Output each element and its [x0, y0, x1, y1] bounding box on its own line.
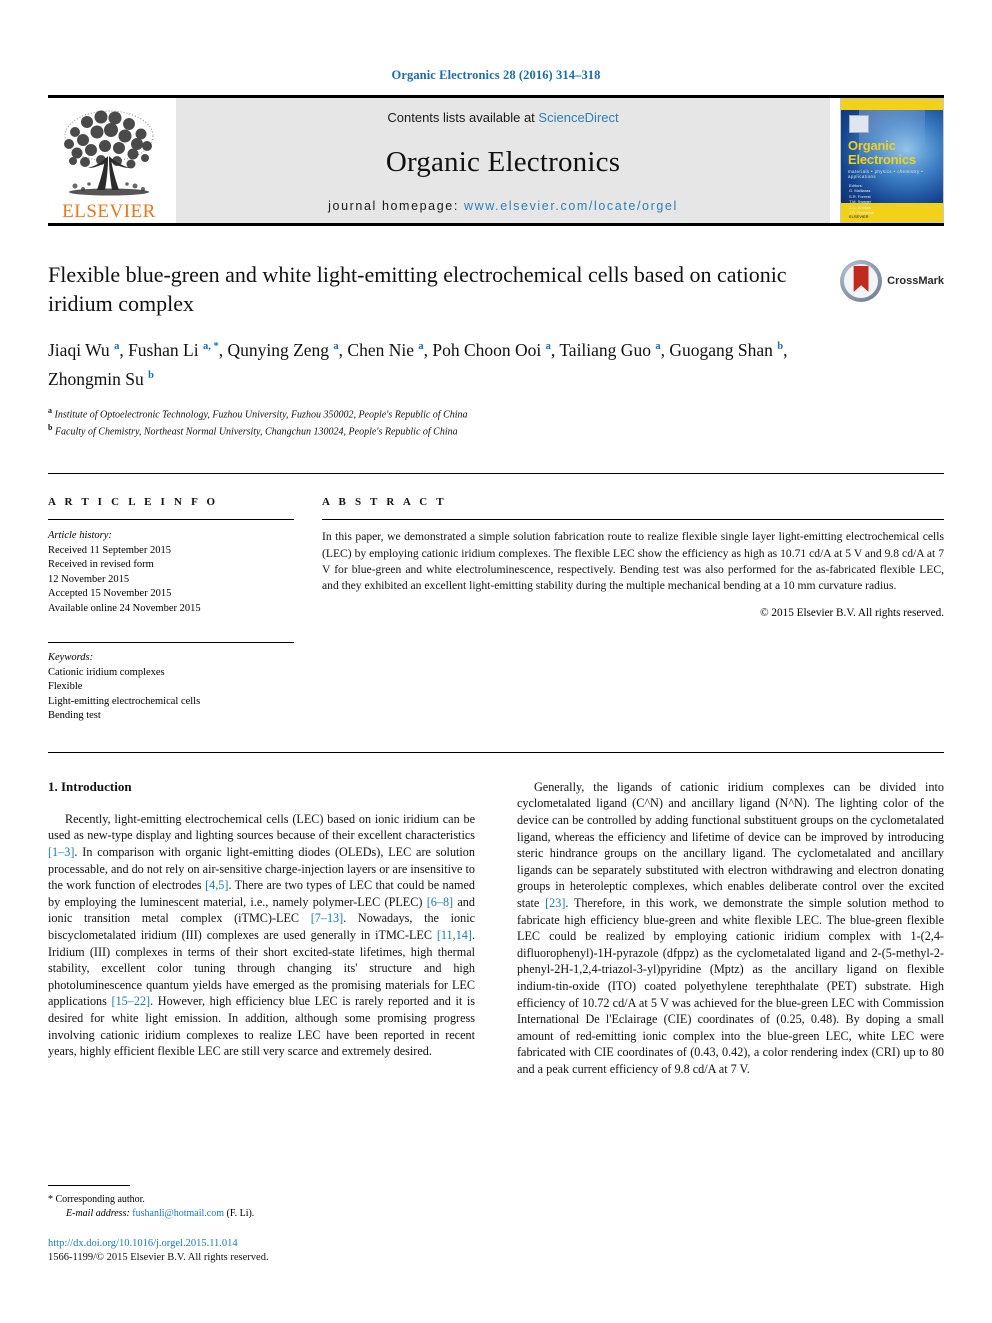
cover-editors: Editors: G. Malliaras S.R. Forrest T.M. …	[849, 183, 874, 216]
article-info-column: A R T I C L E I N F O Article history: R…	[48, 496, 294, 724]
history-item: 12 November 2015	[48, 573, 130, 585]
page-title: Flexible blue-green and white light-emit…	[48, 262, 787, 316]
body-section: 1. Introduction Recently, light-emitting…	[48, 751, 944, 1078]
title-block: Flexible blue-green and white light-emit…	[48, 260, 944, 439]
journal-banner: Contents lists available at ScienceDirec…	[176, 98, 830, 223]
history-item: Received 11 September 2015	[48, 544, 171, 556]
crossmark-badge[interactable]: CrossMark	[840, 260, 944, 302]
journal-cover-thumbnail: Organic Electronics materials • physics …	[840, 98, 944, 223]
article-history-list: Received 11 September 2015 Received in r…	[48, 544, 294, 617]
issn-copyright: 1566-1199/© 2015 Elsevier B.V. All right…	[48, 1252, 269, 1263]
doi-link[interactable]: http://dx.doi.org/10.1016/j.orgel.2015.1…	[48, 1237, 468, 1251]
affiliation-b-text: Faculty of Chemistry, Northeast Normal U…	[54, 426, 458, 438]
running-head: Organic Electronics 28 (2016) 314–318	[391, 68, 601, 82]
author-list: Jiaqi Wu a, Fushan Li a, *, Qunying Zeng…	[48, 339, 788, 389]
keyword-item: Bending test	[48, 710, 101, 722]
section-heading-introduction: 1. Introduction	[48, 778, 132, 794]
crossmark-label: CrossMark	[887, 275, 944, 287]
corresponding-author-note: * Corresponding author.	[48, 1194, 145, 1205]
crossmark-icon	[840, 260, 883, 302]
cover-title-line2: Electronics	[848, 151, 916, 167]
affiliations: a Institute of Optoelectronic Technology…	[48, 404, 824, 440]
cover-publisher-mark-icon	[849, 115, 869, 133]
info-abstract-section: A R T I C L E I N F O Article history: R…	[48, 473, 944, 724]
homepage-url-link[interactable]: www.elsevier.com/locate/orgel	[464, 199, 678, 213]
intro-paragraph-right: Generally, the ligands of cationic iridi…	[517, 779, 944, 1076]
cover-title-line1: Organic	[848, 138, 896, 153]
keyword-item: Flexible	[48, 681, 83, 693]
email-link[interactable]: fushanli@hotmail.com	[132, 1208, 224, 1219]
journal-masthead: ELSEVIER Contents lists available at Sci…	[48, 95, 944, 223]
intro-paragraph-left: Recently, light-emitting electrochemical…	[48, 811, 476, 1059]
contents-prefix: Contents lists available at	[387, 110, 535, 125]
email-suffix: (F. Li).	[226, 1208, 255, 1219]
homepage-prefix: journal homepage:	[328, 199, 459, 213]
keywords-block: Keywords: Cationic iridium complexes Fle…	[48, 642, 294, 724]
cover-title: Organic Electronics	[848, 139, 937, 166]
keywords-rule	[48, 642, 294, 644]
abstract-text: In this paper, we demonstrated a simple …	[322, 530, 944, 592]
abstract-rule	[322, 519, 944, 521]
affiliation-b: b Faculty of Chemistry, Northeast Normal…	[48, 423, 458, 438]
history-item: Available online 24 November 2015	[48, 602, 201, 614]
article-history-label: Article history:	[48, 530, 112, 542]
cover-footer-mark: ELSEVIER	[849, 214, 869, 219]
contents-line: Contents lists available at ScienceDirec…	[387, 110, 618, 125]
keywords-label: Keywords:	[48, 652, 94, 664]
sciencedirect-link[interactable]: ScienceDirect	[538, 110, 618, 125]
email-note: E-mail address: fushanli@hotmail.com (F.…	[48, 1207, 468, 1221]
history-item: Received in revised form	[48, 559, 154, 571]
abstract-column: A B S T R A C T In this paper, we demons…	[322, 496, 944, 724]
affiliation-a-text: Institute of Optoelectronic Technology, …	[54, 408, 468, 420]
article-info-heading: A R T I C L E I N F O	[48, 496, 219, 509]
elsevier-logo: ELSEVIER	[48, 98, 170, 223]
article-page: Organic Electronics 28 (2016) 314–318 EL…	[0, 0, 992, 1323]
email-label: E-mail address:	[66, 1208, 130, 1219]
masthead-bottom-rule	[48, 223, 944, 226]
history-item: Accepted 15 November 2015	[48, 588, 172, 600]
abstract-copyright: © 2015 Elsevier B.V. All rights reserved…	[760, 607, 944, 620]
keyword-item: Light-emitting electrochemical cells	[48, 695, 201, 707]
article-info-rule	[48, 519, 294, 521]
affiliation-a: a Institute of Optoelectronic Technology…	[48, 405, 468, 420]
cover-subtitle: materials • physics • chemistry • applic…	[848, 169, 924, 179]
elsevier-tree-icon	[55, 106, 163, 202]
page-footer: * Corresponding author. E-mail address: …	[48, 1185, 468, 1265]
elsevier-wordmark: ELSEVIER	[62, 201, 156, 222]
abstract-heading: A B S T R A C T	[322, 496, 447, 509]
keyword-item: Cationic iridium complexes	[48, 666, 165, 678]
journal-homepage-line: journal homepage: www.elsevier.com/locat…	[328, 199, 678, 213]
cover-top-band	[841, 99, 943, 110]
footnote-rule	[48, 1185, 130, 1186]
body-column-right: Generally, the ligands of cationic iridi…	[517, 779, 944, 1078]
body-column-left: 1. Introduction Recently, light-emitting…	[48, 779, 475, 1078]
journal-title: Organic Electronics	[385, 145, 621, 178]
